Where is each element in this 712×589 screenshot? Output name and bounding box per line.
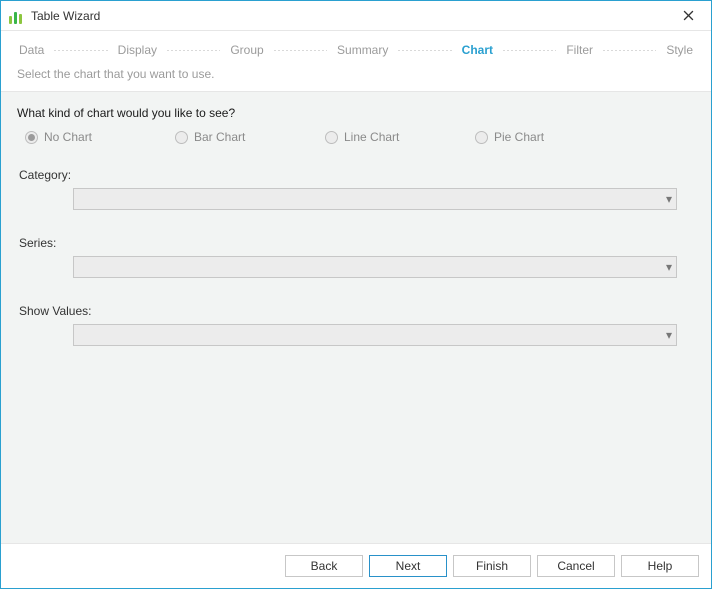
next-button[interactable]: Next: [369, 555, 447, 577]
help-button[interactable]: Help: [621, 555, 699, 577]
radio-bar-chart[interactable]: Bar Chart: [175, 130, 325, 144]
titlebar: Table Wizard: [1, 1, 711, 31]
wizard-subtitle: Select the chart that you want to use.: [17, 67, 695, 81]
radio-icon: [325, 131, 338, 144]
radio-icon: [175, 131, 188, 144]
radio-pie-chart[interactable]: Pie Chart: [475, 130, 625, 144]
radio-label: Pie Chart: [494, 130, 544, 144]
series-label: Series:: [19, 236, 695, 250]
radio-label: No Chart: [44, 130, 92, 144]
step-filter[interactable]: Filter: [564, 43, 595, 57]
step-chart[interactable]: Chart: [460, 43, 495, 57]
step-summary[interactable]: Summary: [335, 43, 390, 57]
step-display[interactable]: Display: [116, 43, 159, 57]
chart-type-group: No Chart Bar Chart Line Chart Pie Chart: [17, 130, 695, 144]
showvalues-field-group: Show Values: ▾: [17, 304, 695, 346]
radio-label: Bar Chart: [194, 130, 245, 144]
radio-icon: [25, 131, 38, 144]
series-dropdown[interactable]: ▾: [73, 256, 677, 278]
chevron-down-icon: ▾: [666, 260, 672, 274]
category-label: Category:: [19, 168, 695, 182]
showvalues-label: Show Values:: [19, 304, 695, 318]
category-dropdown[interactable]: ▾: [73, 188, 677, 210]
radio-icon: [475, 131, 488, 144]
cancel-button[interactable]: Cancel: [537, 555, 615, 577]
step-style[interactable]: Style: [664, 43, 695, 57]
close-icon: [683, 10, 694, 21]
series-field-group: Series: ▾: [17, 236, 695, 278]
wizard-footer: Back Next Finish Cancel Help: [1, 544, 711, 588]
chevron-down-icon: ▾: [666, 192, 672, 206]
chart-type-question: What kind of chart would you like to see…: [17, 106, 695, 120]
step-group[interactable]: Group: [228, 43, 265, 57]
showvalues-dropdown[interactable]: ▾: [73, 324, 677, 346]
wizard-steps: Data Display Group Summary Chart Filter …: [17, 43, 695, 57]
close-button[interactable]: [673, 2, 703, 30]
chevron-down-icon: ▾: [666, 328, 672, 342]
step-data[interactable]: Data: [17, 43, 46, 57]
category-field-group: Category: ▾: [17, 168, 695, 210]
wizard-header: Data Display Group Summary Chart Filter …: [1, 31, 711, 92]
window-title: Table Wizard: [31, 9, 100, 23]
finish-button[interactable]: Finish: [453, 555, 531, 577]
radio-no-chart[interactable]: No Chart: [25, 130, 175, 144]
radio-label: Line Chart: [344, 130, 399, 144]
back-button[interactable]: Back: [285, 555, 363, 577]
radio-line-chart[interactable]: Line Chart: [325, 130, 475, 144]
app-icon: [9, 8, 25, 24]
wizard-content: What kind of chart would you like to see…: [1, 92, 711, 544]
table-wizard-window: Table Wizard Data Display Group Summary …: [0, 0, 712, 589]
